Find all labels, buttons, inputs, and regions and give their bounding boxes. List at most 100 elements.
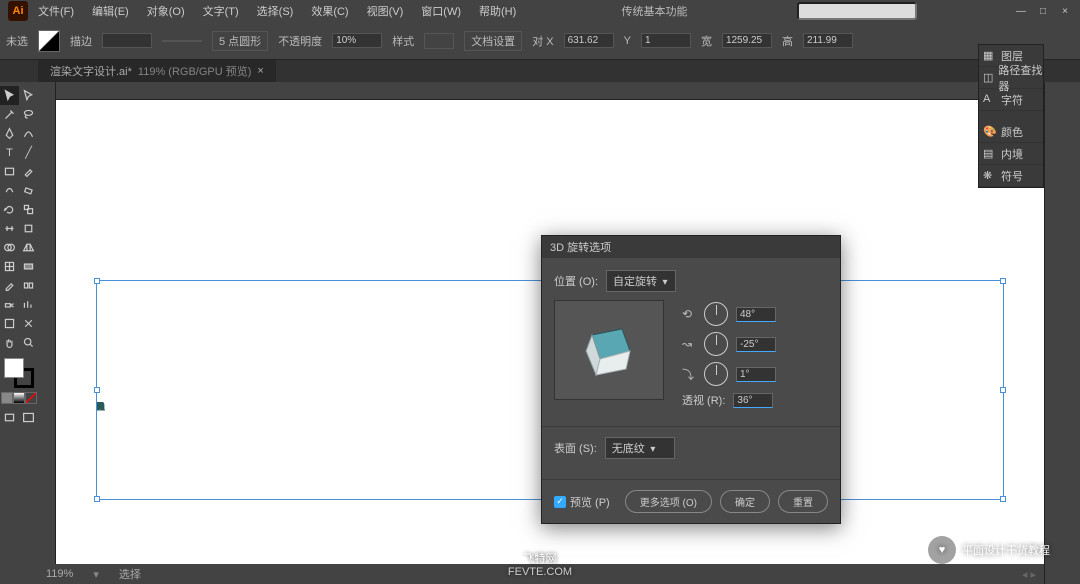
preview-checkbox[interactable]: ✓预览 (P)	[554, 494, 610, 510]
rectangle-tool[interactable]	[0, 162, 19, 181]
dialog-title[interactable]: 3D 旋转选项	[542, 236, 840, 258]
eraser-tool[interactable]	[19, 181, 38, 200]
handle-bl[interactable]	[94, 496, 100, 502]
panel-symbols[interactable]: ❋符号	[979, 165, 1043, 187]
perspective-grid-tool[interactable]	[19, 238, 38, 257]
fill-stroke-swatch[interactable]	[38, 30, 60, 52]
symbol-sprayer-tool[interactable]	[0, 295, 19, 314]
graphic-style-select[interactable]	[424, 33, 454, 49]
fill-swatch[interactable]	[4, 358, 24, 378]
document-tab[interactable]: 渲染文字设计.ai* 119% (RGB/GPU 预览) ×	[38, 60, 276, 82]
direct-selection-tool[interactable]	[19, 86, 38, 105]
mesh-tool[interactable]	[0, 257, 19, 276]
minimize-button[interactable]: —	[1014, 4, 1028, 18]
blend-tool[interactable]	[19, 276, 38, 295]
tab-close-icon[interactable]: ×	[257, 65, 263, 77]
menu-effect[interactable]: 效果(C)	[303, 1, 356, 21]
free-transform-tool[interactable]	[19, 219, 38, 238]
h-input[interactable]	[803, 33, 853, 48]
reset-button[interactable]: 重置	[778, 490, 828, 513]
handle-mr[interactable]	[1000, 387, 1006, 393]
maximize-button[interactable]: □	[1036, 4, 1050, 18]
more-options-button[interactable]: 更多选项 (O)	[625, 490, 712, 513]
panel-pathfinder[interactable]: ◫路径查找器	[979, 67, 1043, 89]
fill-stroke-control[interactable]	[4, 358, 34, 388]
vertical-ruler[interactable]	[38, 82, 56, 584]
curvature-tool[interactable]	[19, 124, 38, 143]
panel-label: 路径查找器	[998, 62, 1043, 94]
menu-window[interactable]: 窗口(W)	[413, 1, 469, 21]
angle-x-dial[interactable]	[704, 302, 728, 326]
close-button[interactable]: ×	[1058, 4, 1072, 18]
shaper-tool[interactable]	[0, 181, 19, 200]
angle-z-input[interactable]	[736, 367, 776, 382]
x-input[interactable]	[564, 33, 614, 48]
color-mode-none[interactable]	[25, 392, 37, 404]
angle-x-input[interactable]	[736, 307, 776, 322]
menu-object[interactable]: 对象(O)	[139, 1, 193, 21]
zoom-tool[interactable]	[19, 333, 38, 352]
menu-bar: Ai 文件(F) 编辑(E) 对象(O) 文字(T) 选择(S) 效果(C) 视…	[0, 0, 1080, 22]
menu-help[interactable]: 帮助(H)	[471, 1, 524, 21]
position-select[interactable]: 自定旋转 ▾	[606, 270, 676, 292]
rotation-cube-preview[interactable]	[554, 300, 664, 400]
panel-label: 内境	[1001, 146, 1023, 162]
menu-type[interactable]: 文字(T)	[195, 1, 247, 21]
scale-tool[interactable]	[19, 200, 38, 219]
handle-ml[interactable]	[94, 387, 100, 393]
menu-select[interactable]: 选择(S)	[249, 1, 302, 21]
selection-tool[interactable]	[0, 86, 19, 105]
rotate-tool[interactable]	[0, 200, 19, 219]
surface-select[interactable]: 无底纹 ▾	[605, 437, 675, 459]
right-dock[interactable]	[1044, 82, 1080, 584]
menu-view[interactable]: 视图(V)	[359, 1, 412, 21]
h-label: 高	[782, 33, 793, 49]
opacity-input[interactable]	[332, 33, 382, 48]
shape-builder-tool[interactable]	[0, 238, 19, 257]
angle-z-dial[interactable]	[704, 362, 728, 386]
ok-button[interactable]: 确定	[720, 490, 770, 513]
handle-tr[interactable]	[1000, 278, 1006, 284]
brush-preset-select[interactable]: 5 点圆形	[212, 31, 268, 51]
zoom-level[interactable]: 119%	[46, 568, 73, 580]
document-zoom-mode: 119% (RGB/GPU 预览)	[138, 63, 252, 79]
panel-color[interactable]: 🎨颜色	[979, 121, 1043, 143]
axis-z-icon: ⤵	[682, 366, 696, 383]
menu-edit[interactable]: 编辑(E)	[84, 1, 137, 21]
paintbrush-tool[interactable]	[19, 162, 38, 181]
stroke-weight-input[interactable]	[102, 33, 152, 48]
hand-tool[interactable]	[0, 333, 19, 352]
change-screen-mode[interactable]	[19, 408, 38, 427]
y-input[interactable]	[641, 33, 691, 48]
graph-tool[interactable]	[19, 295, 38, 314]
color-mode-color[interactable]	[1, 392, 13, 404]
search-input[interactable]	[797, 2, 917, 20]
workspace-switcher[interactable]: 传统基本功能	[622, 3, 688, 19]
gradient-tool[interactable]	[19, 257, 38, 276]
artboard-tool[interactable]	[0, 314, 19, 333]
menu-file[interactable]: 文件(F)	[30, 1, 82, 21]
lasso-tool[interactable]	[19, 105, 38, 124]
perspective-input[interactable]	[733, 393, 773, 408]
surface-label: 表面 (S):	[554, 440, 597, 456]
slice-tool[interactable]	[19, 314, 38, 333]
width-tool[interactable]	[0, 219, 19, 238]
handle-br[interactable]	[1000, 496, 1006, 502]
type-tool[interactable]: T	[0, 143, 19, 162]
handle-tl[interactable]	[94, 278, 100, 284]
stroke-style[interactable]	[162, 40, 202, 42]
color-mode-gradient[interactable]	[13, 392, 25, 404]
pen-tool[interactable]	[0, 124, 19, 143]
w-input[interactable]	[722, 33, 772, 48]
w-label: 宽	[701, 33, 712, 49]
status-bar: 119% ▾ 选择 ◂ ▸	[38, 564, 1044, 584]
angle-y-input[interactable]	[736, 337, 776, 352]
eyedropper-tool[interactable]	[0, 276, 19, 295]
document-setup-button[interactable]: 文档设置	[464, 31, 522, 51]
magic-wand-tool[interactable]	[0, 105, 19, 124]
screen-mode[interactable]	[0, 408, 19, 427]
panel-swatches[interactable]: ▤内境	[979, 143, 1043, 165]
angle-y-dial[interactable]	[704, 332, 728, 356]
horizontal-ruler[interactable]	[56, 82, 1044, 100]
line-tool[interactable]: ╱	[19, 143, 38, 162]
